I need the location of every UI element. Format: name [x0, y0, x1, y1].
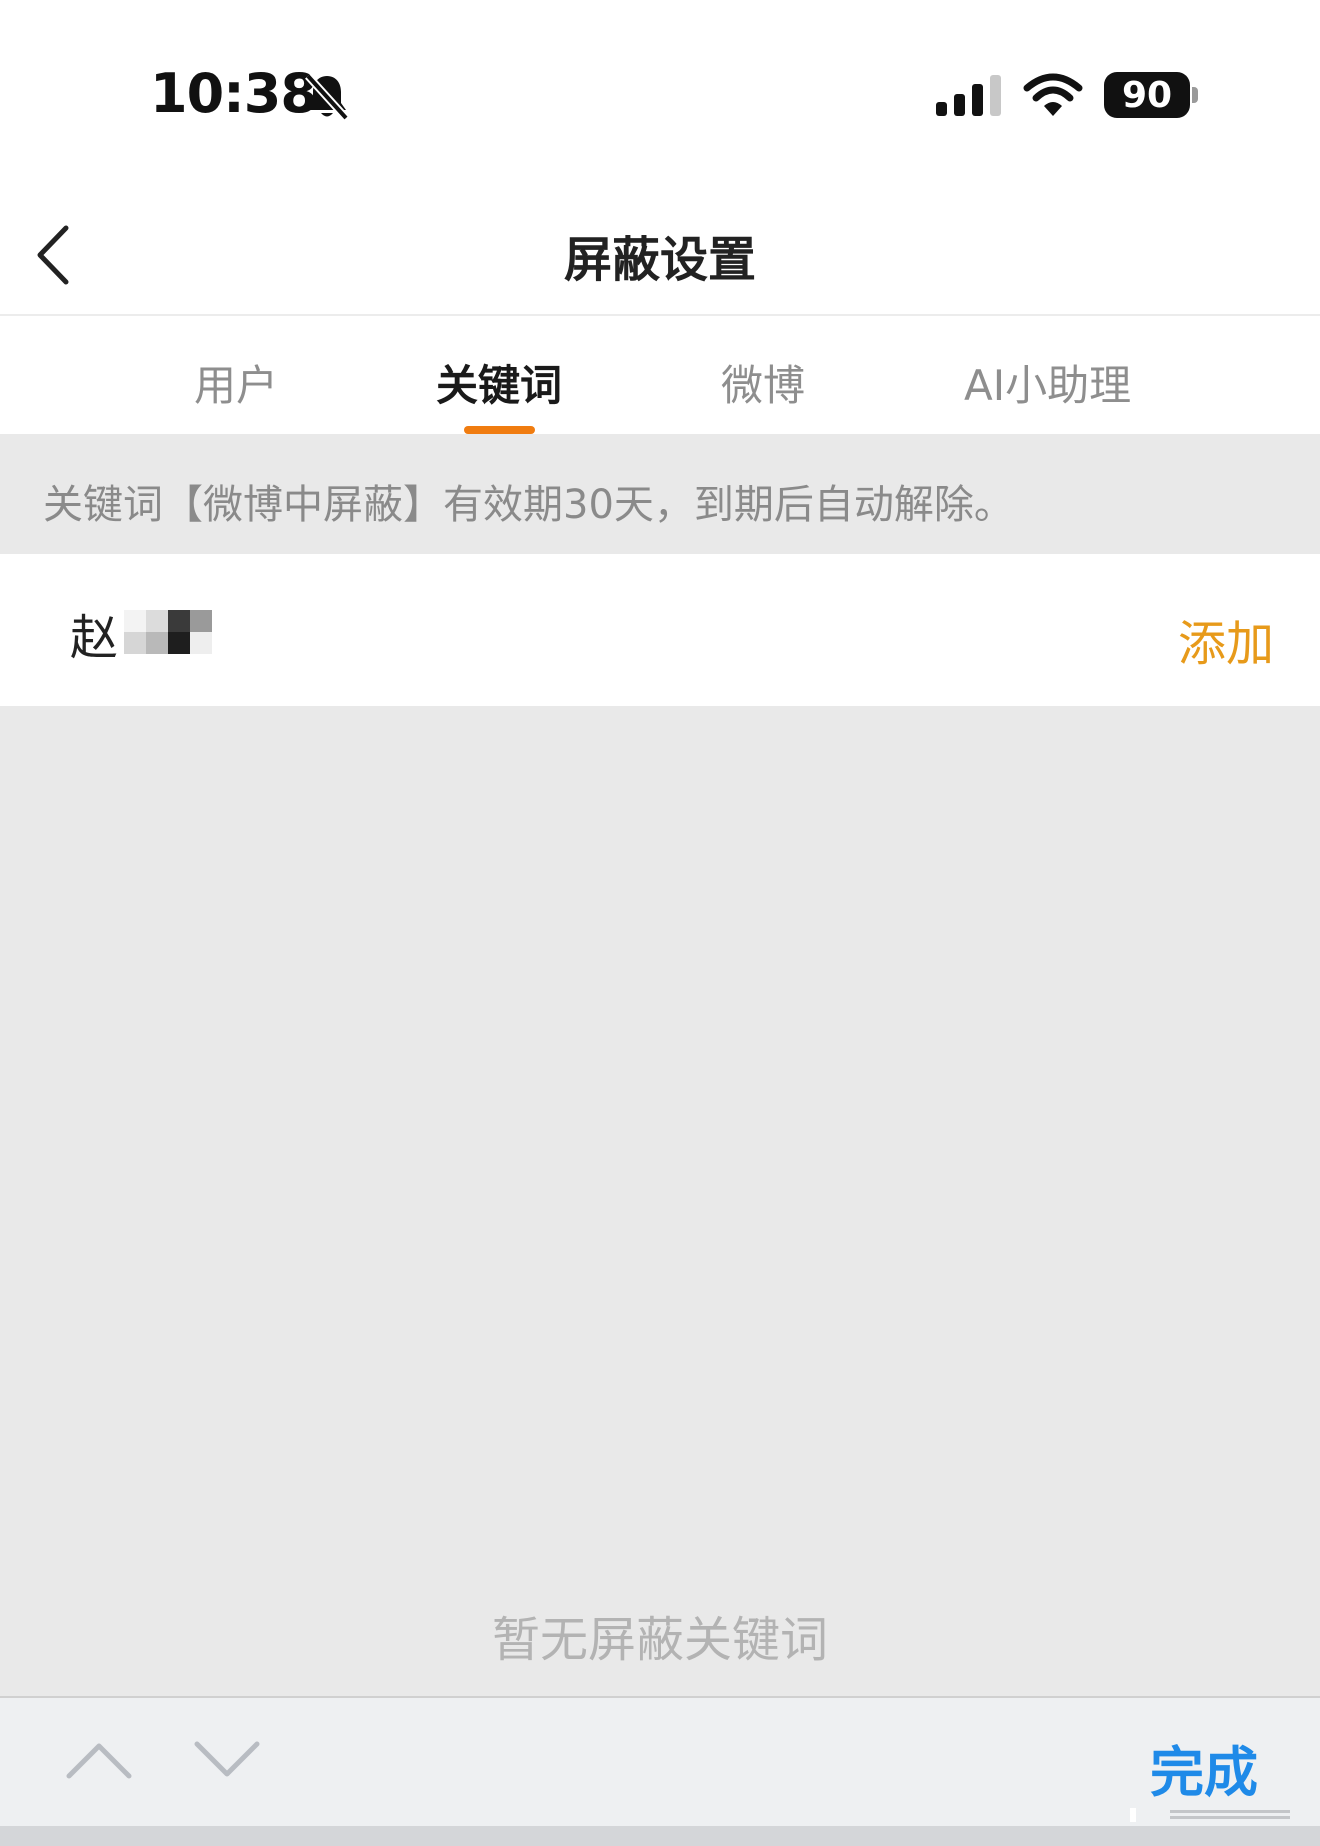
- tab-weibo[interactable]: 微博: [721, 352, 805, 413]
- add-button[interactable]: 添加: [1178, 604, 1274, 674]
- battery-level: 90: [1121, 75, 1173, 116]
- cellular-signal-icon: [936, 75, 1001, 116]
- tab-ai-assistant[interactable]: AI小助理: [964, 352, 1131, 413]
- tab-bar: 用户 关键词 微博 AI小助理: [0, 316, 1320, 434]
- notice-banner: 关键词【微博中屏蔽】有效期30天，到期后自动解除。: [0, 434, 1320, 554]
- page-title: 屏蔽设置: [563, 232, 756, 288]
- keyword-input[interactable]: 赵: [70, 598, 118, 668]
- done-button[interactable]: 完成: [1150, 1728, 1258, 1807]
- status-time: 10:38: [150, 62, 318, 125]
- nav-bar: 屏蔽设置: [0, 190, 1320, 316]
- tab-users[interactable]: 用户: [194, 352, 278, 413]
- chevron-down-icon[interactable]: [192, 1734, 262, 1784]
- keyboard-toolbar: 完成: [0, 1696, 1320, 1826]
- battery-cap: [1192, 87, 1198, 103]
- wifi-icon: [1023, 73, 1083, 116]
- active-tab-indicator: [464, 426, 535, 434]
- battery-indicator: 90: [1104, 72, 1198, 118]
- tab-keywords[interactable]: 关键词: [436, 352, 562, 413]
- redacted-mosaic: [124, 610, 212, 654]
- keyword-input-row: 赵 添加: [0, 554, 1320, 706]
- keyboard-edge-lines: [1130, 1808, 1290, 1822]
- notice-text: 关键词【微博中屏蔽】有效期30天，到期后自动解除。: [43, 482, 1014, 528]
- keyboard-top-edge: [0, 1826, 1320, 1846]
- screen: 10:38 90 屏蔽设置 用户 关键词 微博 AI小助理 关键词【微博中屏蔽】…: [0, 0, 1320, 1846]
- status-bar: 10:38 90: [0, 0, 1320, 190]
- bell-slash-icon: [305, 73, 349, 121]
- chevron-up-icon[interactable]: [64, 1734, 134, 1784]
- empty-state-text: 暂无屏蔽关键词: [491, 1612, 828, 1668]
